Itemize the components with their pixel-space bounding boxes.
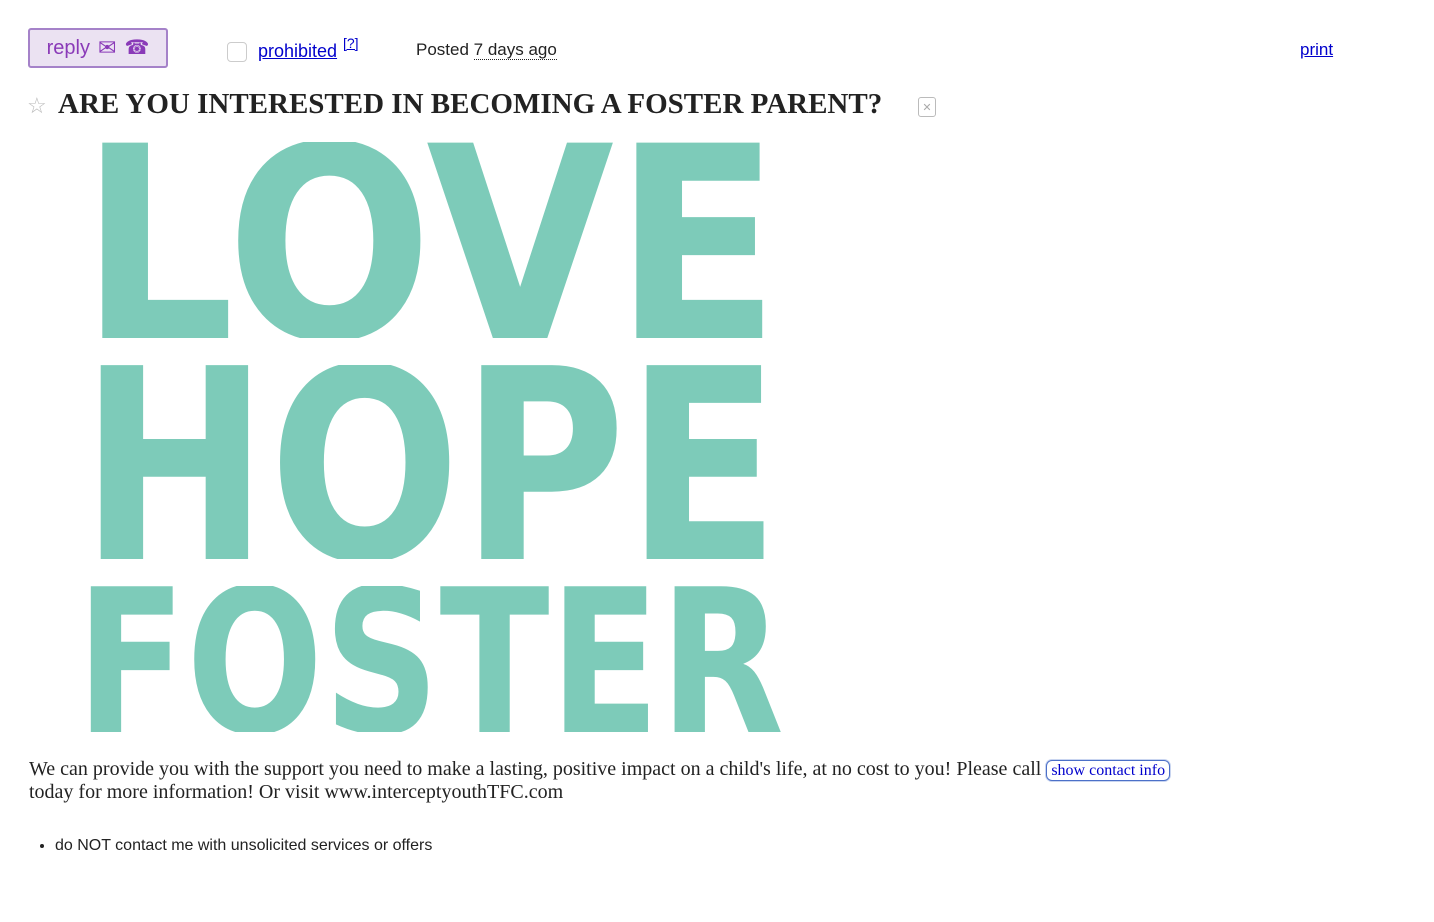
post-image: LOVE HOPE FOSTER xyxy=(74,142,786,732)
poster-word-foster: FOSTER xyxy=(76,586,784,732)
svg-text:LOVE: LOVE xyxy=(80,142,780,338)
poster-word-hope: HOPE xyxy=(80,365,780,559)
favorite-star-icon[interactable]: ☆ xyxy=(27,93,47,119)
svg-text:FOSTER: FOSTER xyxy=(76,586,784,732)
post-title: ARE YOU INTERESTED IN BECOMING A FOSTER … xyxy=(58,88,883,120)
posted-date: Posted 7 days ago xyxy=(416,40,557,60)
body-text-part1: We can provide you with the support you … xyxy=(29,758,1042,780)
envelope-icon: ✉ xyxy=(98,35,117,60)
svg-text:HOPE: HOPE xyxy=(80,365,780,559)
hide-post-icon[interactable]: ✕ xyxy=(918,97,936,117)
posted-prefix: Posted xyxy=(416,40,469,59)
posted-ago: 7 days ago xyxy=(473,40,557,60)
notice-item: do NOT contact me with unsolicited servi… xyxy=(55,837,432,855)
notices-list: do NOT contact me with unsolicited servi… xyxy=(29,837,432,855)
post-body: We can provide you with the support you … xyxy=(29,758,1289,803)
phone-icon: ☎ xyxy=(124,37,150,59)
show-contact-info-button[interactable]: show contact info xyxy=(1046,760,1171,781)
body-text-part2: today for more information! Or visit www… xyxy=(29,781,564,803)
reply-button[interactable]: reply ✉ ☎ xyxy=(28,28,168,68)
flag-checkbox[interactable] xyxy=(227,42,247,62)
poster-word-love: LOVE xyxy=(80,142,780,338)
print-link[interactable]: print xyxy=(1300,40,1333,60)
reply-label: reply xyxy=(46,36,90,59)
prohibited-link[interactable]: prohibited xyxy=(258,41,337,62)
help-link[interactable]: [?] xyxy=(343,35,359,51)
